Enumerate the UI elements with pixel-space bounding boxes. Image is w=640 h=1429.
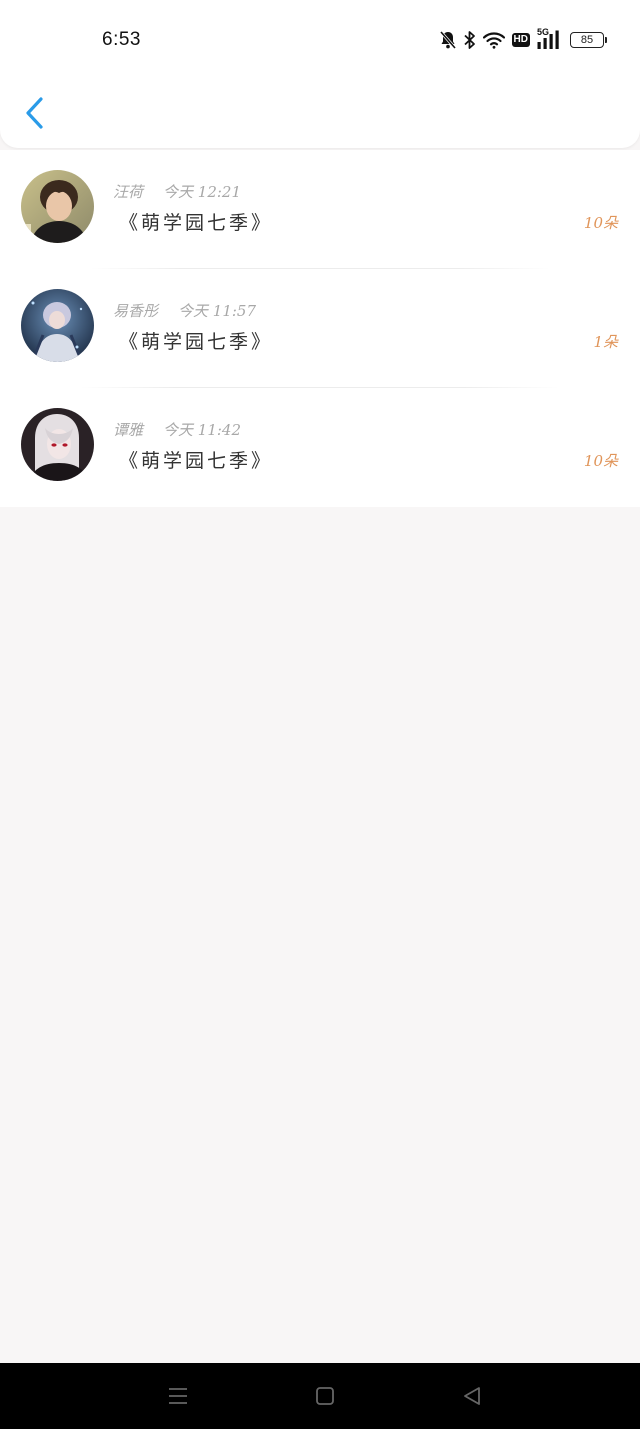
top-bar: 6:53 HD 5G 85 [0,0,640,148]
item-count: 1朵 [593,333,618,351]
menu-icon [169,1388,187,1404]
sender-name: 谭雅 [113,421,144,439]
screen: 6:53 HD 5G 85 汪荷 今天 12:21 《萌学园七季》 10朵 易香… [0,0,640,1429]
list-item[interactable]: 汪荷 今天 12:21 《萌学园七季》 10朵 [0,150,640,269]
item-title: 《萌学园七季》 [119,212,274,234]
item-meta: 汪荷 今天 12:21 [113,181,241,202]
sender-name: 汪荷 [113,183,144,201]
item-count: 10朵 [583,214,618,232]
back-nav-button[interactable] [459,1384,485,1408]
home-button[interactable] [312,1384,338,1408]
bluetooth-icon [463,30,476,50]
avatar[interactable] [21,408,94,481]
menu-button[interactable] [165,1384,191,1408]
item-meta: 易香彤 今天 11:57 [113,300,256,321]
back-triangle-icon [464,1387,480,1405]
battery-level: 85 [580,34,594,46]
system-nav-bar [0,1363,640,1429]
item-meta: 谭雅 今天 11:42 [113,419,241,440]
list-item[interactable]: 易香彤 今天 11:57 《萌学园七季》 1朵 [0,269,640,388]
send-time: 今天 11:42 [163,421,242,439]
avatar[interactable] [21,170,94,243]
gift-record-list: 汪荷 今天 12:21 《萌学园七季》 10朵 易香彤 今天 11:57 《萌学… [0,150,640,507]
home-square-icon [316,1387,334,1405]
mute-bell-icon [439,30,457,50]
status-icons: HD 5G 85 [439,27,607,52]
item-count: 10朵 [583,452,618,470]
send-time: 今天 11:57 [178,302,257,320]
list-item[interactable]: 谭雅 今天 11:42 《萌学园七季》 10朵 [0,388,640,507]
signal-5g-icon: 5G [537,27,563,50]
back-button[interactable] [20,94,50,132]
wifi-icon [482,31,505,49]
item-title: 《萌学园七季》 [119,331,274,353]
send-time: 今天 12:21 [163,183,242,201]
item-title: 《萌学园七季》 [119,450,274,472]
status-time: 6:53 [102,29,141,50]
battery-icon: 85 [570,32,607,48]
avatar[interactable] [21,289,94,362]
hd-icon: HD [511,33,530,47]
chevron-left-icon [26,97,43,129]
sender-name: 易香彤 [113,302,159,320]
